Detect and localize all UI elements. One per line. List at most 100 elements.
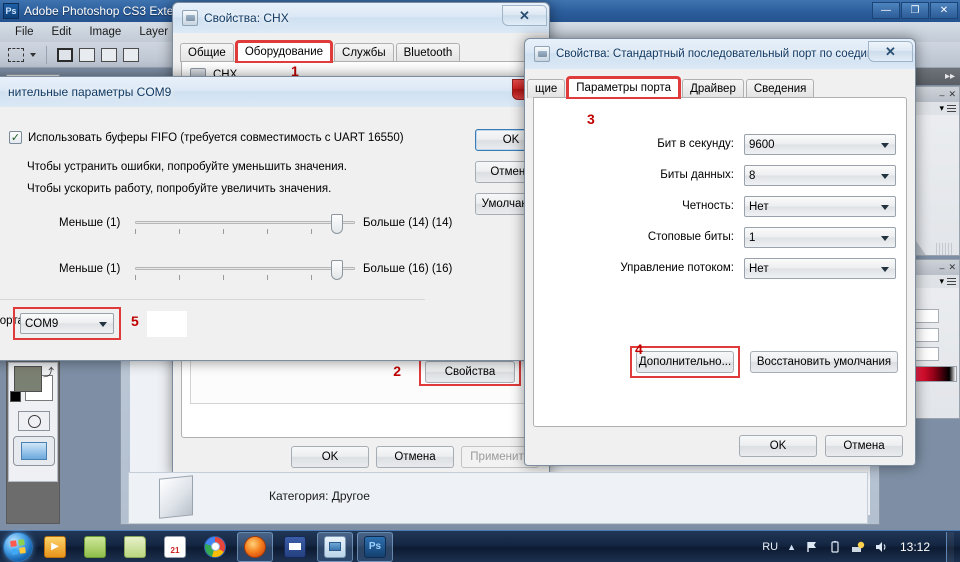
white-patch <box>147 311 187 337</box>
chx-dialog-titlebar: Свойства: CHX <box>173 3 549 33</box>
chevron-down-icon[interactable] <box>30 52 36 57</box>
com-port-select[interactable]: COM9 <box>20 313 114 334</box>
port-icon <box>534 46 550 62</box>
swap-colors-icon[interactable]: ⤴ <box>43 364 54 380</box>
photoshop-title: Adobe Photoshop CS3 Exten <box>24 4 181 18</box>
info-panel-menu-icon[interactable] <box>947 278 956 285</box>
marquee-tool-icon[interactable] <box>8 47 24 62</box>
chevron-down-icon <box>881 204 889 210</box>
taskbar-item-photoshop[interactable]: Ps <box>357 531 393 562</box>
selection-new-icon[interactable] <box>57 47 73 62</box>
form-row: Четность: Нет <box>534 196 906 227</box>
info-panel-minimize-icon[interactable]: – <box>939 263 944 273</box>
tab-obshchie[interactable]: Общие <box>180 43 234 62</box>
serial-dialog-buttons: OK Отмена <box>739 435 903 457</box>
flow-control-label: Управление потоком: <box>620 262 734 274</box>
selection-add-icon[interactable] <box>79 47 95 62</box>
com9-dialog-body: ✓ Использовать буферы FIFO (требуется со… <box>0 107 559 360</box>
restore-defaults-button[interactable]: Восстановить умолчания <box>750 351 898 373</box>
foreground-color-swatch[interactable] <box>14 366 42 392</box>
tab-bluetooth[interactable]: Bluetooth <box>395 43 461 62</box>
receive-buffer-slider-thumb[interactable] <box>331 214 343 234</box>
annotation-3: 3 <box>587 111 595 127</box>
form-row: Управление потоком: Нет <box>534 258 906 289</box>
tab-parametry-porta[interactable]: Параметры порта <box>566 76 682 99</box>
taskbar-item-save-disk[interactable] <box>277 532 313 562</box>
menu-image[interactable]: Image <box>80 24 130 40</box>
flow-control-select[interactable]: Нет <box>744 258 896 279</box>
transmit-buffer-slider-thumb[interactable] <box>331 260 343 280</box>
panel-menu-icon[interactable] <box>947 105 956 112</box>
serial-cancel-button[interactable]: Отмена <box>825 435 903 457</box>
hint-increase: Чтобы ускорить работу, попробуйте увелич… <box>27 183 332 195</box>
chx-cancel-button[interactable]: Отмена <box>376 446 454 468</box>
transmit-buffer-min-label: Меньше (1) <box>59 263 121 275</box>
action-center-flag-icon[interactable] <box>805 540 819 554</box>
info-panel-close-icon[interactable]: ✕ <box>948 262 956 273</box>
serial-ok-button[interactable]: OK <box>739 435 817 457</box>
data-bits-select[interactable]: 8 <box>744 165 896 186</box>
close-button[interactable]: ✕ <box>930 2 958 19</box>
fifo-checkbox[interactable]: ✓ <box>9 131 22 144</box>
serial-tabstrip: щие Параметры порта Драйвер Сведения <box>525 76 915 99</box>
com9-advanced-dialog: нительные параметры COM9 ✕ ✓ Использоват… <box>0 76 560 361</box>
chx-close-button[interactable]: ✕ <box>502 5 547 26</box>
menu-layer[interactable]: Layer <box>130 24 177 40</box>
network-icon[interactable] <box>851 540 865 554</box>
taskbar-item-chrome[interactable] <box>197 532 233 562</box>
taskbar-item-firefox[interactable] <box>237 531 273 562</box>
restore-button[interactable]: ❐ <box>901 2 929 19</box>
serial-dialog-title: Свойства: Стандартный последовательный п… <box>556 48 876 60</box>
tab-sluzhby[interactable]: Службы <box>334 43 394 62</box>
default-colors-icon[interactable] <box>10 391 21 402</box>
selection-intersect-icon[interactable] <box>123 47 139 62</box>
language-indicator[interactable]: RU <box>762 541 778 553</box>
bits-per-second-select[interactable]: 9600 <box>744 134 896 155</box>
tab-obshchie[interactable]: щие <box>527 79 566 98</box>
taskbar-item-file-explorer[interactable] <box>117 532 153 562</box>
show-desktop-button[interactable] <box>946 532 954 562</box>
minimize-button[interactable]: — <box>872 2 900 19</box>
panel-close-icon[interactable]: ✕ <box>948 89 956 100</box>
parity-label: Четность: <box>682 200 734 212</box>
device-category-footer: Категория: Другое <box>128 472 868 524</box>
form-row: Стоповые биты: 1 <box>534 227 906 258</box>
serial-close-button[interactable]: ✕ <box>868 41 913 62</box>
menu-file[interactable]: File <box>6 24 43 40</box>
menu-edit[interactable]: Edit <box>43 24 81 40</box>
photoshop-taskbar-icon: Ps <box>364 535 386 558</box>
transmit-buffer-slider[interactable] <box>135 259 355 285</box>
stop-bits-select[interactable]: 1 <box>744 227 896 248</box>
receive-buffer-max-label: Больше (14) (14) <box>363 217 453 229</box>
screen-mode-button[interactable] <box>13 436 55 466</box>
fifo-checkbox-row[interactable]: ✓ Использовать буферы FIFO (требуется со… <box>9 131 404 144</box>
properties-button[interactable]: Свойства <box>425 360 515 383</box>
selection-subtract-icon[interactable] <box>101 47 117 62</box>
screen-mode-icon <box>21 442 47 460</box>
start-button[interactable] <box>3 531 33 562</box>
taskbar-clock[interactable]: 13:12 <box>897 540 933 554</box>
fifo-checkbox-label: Использовать буферы FIFO (требуется совм… <box>28 131 404 144</box>
tab-drayver[interactable]: Драйвер <box>682 79 744 98</box>
taskbar-item-calendar[interactable]: 21 <box>157 532 193 562</box>
parity-select[interactable]: Нет <box>744 196 896 217</box>
annotation-4: 4 <box>635 341 643 357</box>
volume-icon[interactable] <box>874 540 888 554</box>
tab-svedeniya[interactable]: Сведения <box>745 79 815 98</box>
battery-icon[interactable] <box>828 540 842 554</box>
panel-minimize-icon[interactable]: – <box>939 90 944 100</box>
taskbar-item-media-player[interactable]: ▶ <box>37 532 73 562</box>
tab-oborudovanie[interactable]: Оборудование <box>234 40 334 63</box>
panel-menu-caret-icon[interactable]: ▾ <box>939 103 944 114</box>
taskbar-item-device-manager[interactable] <box>317 531 353 562</box>
receive-buffer-slider[interactable] <box>135 213 355 239</box>
chx-ok-button[interactable]: OK <box>291 446 369 468</box>
quick-mask-button[interactable] <box>18 411 50 431</box>
taskbar-item-folder-share[interactable] <box>77 532 113 562</box>
media-player-icon: ▶ <box>44 535 66 558</box>
advanced-button-highlight: Дополнительно... <box>630 346 740 378</box>
tray-expand-icon[interactable]: ▲ <box>787 542 796 552</box>
annotation-2: 2 <box>393 363 401 379</box>
info-panel-menu-caret-icon[interactable]: ▾ <box>939 276 944 287</box>
advanced-button[interactable]: Дополнительно... <box>636 351 734 373</box>
